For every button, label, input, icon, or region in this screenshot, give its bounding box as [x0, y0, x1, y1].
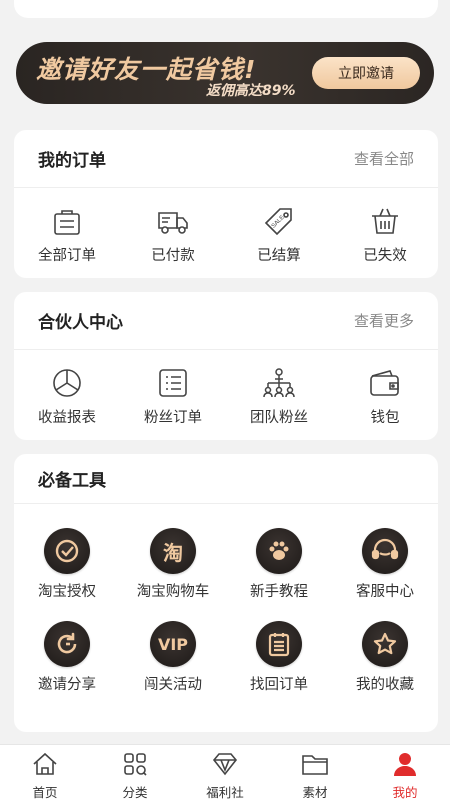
- top-card-remnant: [14, 0, 438, 18]
- tutorial-item[interactable]: 新手教程: [226, 528, 332, 601]
- challenge-label: 闯关活动: [144, 677, 202, 693]
- wallet-label: 钱包: [370, 410, 400, 426]
- paw-icon: [256, 528, 302, 574]
- recover-order-label: 找回订单: [250, 677, 308, 693]
- taobao-auth-label: 淘宝授权: [38, 584, 96, 600]
- banner-subtitle: 返佣高达89%: [206, 83, 296, 99]
- invite-share-label: 邀请分享: [38, 677, 96, 693]
- invite-share-item[interactable]: 邀请分享: [14, 621, 120, 694]
- team-icon: [262, 366, 296, 400]
- invite-banner[interactable]: 邀请好友一起省钱! 返佣高达89% 立即邀请: [16, 42, 434, 104]
- team-fans-item[interactable]: 团队粉丝: [226, 366, 332, 427]
- bottom-tab-bar: 首页 分类 福利社 素材 我的: [0, 744, 450, 800]
- taobao-auth-item[interactable]: 淘宝授权: [14, 528, 120, 601]
- basket-icon: [368, 204, 402, 238]
- sale-tag-icon: SALE: [262, 204, 296, 238]
- tab-category-label: 分类: [122, 785, 148, 800]
- order-paid-item[interactable]: 已付款: [120, 204, 226, 265]
- order-invalid-item[interactable]: 已失效: [332, 204, 438, 265]
- orders-card: 我的订单 查看全部 全部订单 已付款 SALE 已结算 已失效: [14, 130, 438, 278]
- tab-welfare-label: 福利社: [206, 785, 244, 800]
- partner-card: 合伙人中心 查看更多 收益报表 粉丝订单 团队粉丝 钱包: [14, 292, 438, 440]
- pie-chart-icon: [50, 366, 84, 400]
- wallet-icon: [368, 366, 402, 400]
- category-icon: [122, 752, 148, 780]
- folder-icon: [301, 752, 329, 780]
- order-paid-label: 已付款: [151, 248, 195, 264]
- order-all-item[interactable]: 全部订单: [14, 204, 120, 265]
- tab-mine[interactable]: 我的: [360, 745, 450, 800]
- tab-welfare[interactable]: 福利社: [180, 745, 270, 800]
- tutorial-label: 新手教程: [250, 584, 308, 600]
- wallet-item[interactable]: 钱包: [332, 366, 438, 427]
- fans-orders-item[interactable]: 粉丝订单: [120, 366, 226, 427]
- orders-view-all-link[interactable]: 查看全部: [354, 148, 414, 169]
- taobao-glyph: 淘: [163, 540, 183, 565]
- team-fans-label: 团队粉丝: [250, 410, 308, 426]
- diamond-icon: [211, 752, 239, 780]
- tools-title: 必备工具: [38, 471, 106, 491]
- service-center-label: 客服中心: [356, 584, 414, 600]
- refresh-icon: [44, 621, 90, 667]
- recover-order-item[interactable]: 找回订单: [226, 621, 332, 694]
- tab-category[interactable]: 分类: [90, 745, 180, 800]
- orders-title: 我的订单: [38, 151, 106, 171]
- taobao-cart-item[interactable]: 淘 淘宝购物车: [120, 528, 226, 601]
- star-icon: [362, 621, 408, 667]
- order-invalid-label: 已失效: [363, 248, 407, 264]
- tab-home[interactable]: 首页: [0, 745, 90, 800]
- check-circle-icon: [44, 528, 90, 574]
- taobao-cart-label: 淘宝购物车: [136, 584, 210, 600]
- home-icon: [32, 752, 58, 780]
- partner-view-more-link[interactable]: 查看更多: [354, 310, 414, 331]
- list-icon: [156, 366, 190, 400]
- challenge-item[interactable]: VIP 闯关活动: [120, 621, 226, 694]
- invite-now-button[interactable]: 立即邀请: [312, 57, 420, 89]
- favorites-label: 我的收藏: [356, 677, 414, 693]
- headset-icon: [362, 528, 408, 574]
- income-report-label: 收益报表: [38, 410, 96, 426]
- favorites-item[interactable]: 我的收藏: [332, 621, 438, 694]
- clipboard-icon: [256, 621, 302, 667]
- partner-title: 合伙人中心: [38, 313, 123, 333]
- service-center-item[interactable]: 客服中心: [332, 528, 438, 601]
- order-settled-label: 已结算: [257, 248, 301, 264]
- fans-orders-label: 粉丝订单: [144, 410, 202, 426]
- order-settled-item[interactable]: SALE 已结算: [226, 204, 332, 265]
- tab-material[interactable]: 素材: [270, 745, 360, 800]
- user-icon: [392, 752, 418, 780]
- taobao-icon: 淘: [150, 528, 196, 574]
- tab-home-label: 首页: [32, 785, 58, 800]
- tools-card: 必备工具 淘宝授权 淘 淘宝购物车 新手教程 客服中心 邀请分享 VIP 闯关活…: [14, 454, 438, 732]
- tab-mine-label: 我的: [392, 785, 418, 800]
- vip-glyph: VIP: [157, 634, 189, 654]
- truck-icon: [156, 204, 190, 238]
- tab-material-label: 素材: [302, 785, 328, 800]
- order-all-label: 全部订单: [38, 248, 96, 264]
- income-report-item[interactable]: 收益报表: [14, 366, 120, 427]
- vip-icon: VIP: [150, 621, 196, 667]
- order-list-icon: [50, 204, 84, 238]
